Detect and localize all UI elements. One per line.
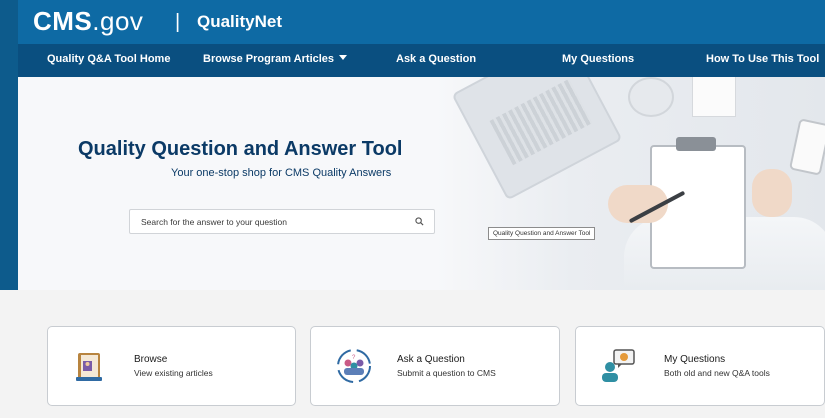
nav-browse-program-articles[interactable]: Browse Program Articles <box>203 53 348 65</box>
card-my-questions-description: Both old and new Q&A tools <box>664 368 770 378</box>
search-input[interactable] <box>130 210 411 233</box>
hero-doctor-image <box>436 77 825 290</box>
search-icon[interactable] <box>415 217 424 226</box>
user-chat-icon <box>602 349 635 382</box>
nav-qa-tool-home[interactable]: Quality Q&A Tool Home <box>47 53 170 65</box>
nav-my-questions[interactable]: My Questions <box>562 53 634 65</box>
phone-graphic <box>788 118 825 176</box>
brand-main: CMS <box>33 6 93 36</box>
card-ask-question-description: Submit a question to CMS <box>397 368 496 378</box>
nav-how-to-use[interactable]: How To Use This Tool <box>706 53 819 65</box>
main-nav: Quality Q&A Tool Home Browse Program Art… <box>18 44 825 77</box>
page-title: Quality Question and Answer Tool <box>78 138 403 160</box>
hero-banner: Quality Question and Answer Tool Your on… <box>18 77 825 290</box>
chevron-down-icon <box>339 55 348 60</box>
brand-suffix: .gov <box>92 6 144 36</box>
card-browse-title: Browse <box>134 354 168 365</box>
card-browse-description: View existing articles <box>134 368 213 378</box>
quick-links: Browse View existing articles ? Ask a Qu… <box>18 290 825 418</box>
card-my-questions-title: My Questions <box>664 354 726 365</box>
logo-divider: | <box>175 11 181 33</box>
card-browse[interactable]: Browse View existing articles <box>47 326 296 406</box>
svg-text:?: ? <box>352 355 356 361</box>
hero-image-tooltip: Quality Question and Answer Tool <box>488 227 596 240</box>
qualitynet-title[interactable]: QualityNet <box>197 12 282 32</box>
cms-gov-logo[interactable]: CMS.gov <box>33 6 143 37</box>
cup-graphic <box>628 77 674 117</box>
clipboard-clip-graphic <box>676 137 716 151</box>
left-accent-bar <box>0 0 18 290</box>
nav-ask-a-question[interactable]: Ask a Question <box>396 53 476 65</box>
people-question-icon: ? <box>337 349 371 383</box>
card-ask-question[interactable]: ? Ask a Question Submit a question to CM… <box>310 326 560 406</box>
hand-right-graphic <box>752 169 792 217</box>
book-icon <box>76 353 102 381</box>
site-header: CMS.gov | QualityNet <box>18 0 825 44</box>
nav-browse-label: Browse Program Articles <box>203 53 335 65</box>
notepad-graphic <box>692 77 736 117</box>
card-ask-question-title: Ask a Question <box>397 354 465 365</box>
search-bar <box>129 209 435 234</box>
page-subtitle: Your one-stop shop for CMS Quality Answe… <box>171 167 392 179</box>
card-my-questions[interactable]: My Questions Both old and new Q&A tools <box>575 326 825 406</box>
